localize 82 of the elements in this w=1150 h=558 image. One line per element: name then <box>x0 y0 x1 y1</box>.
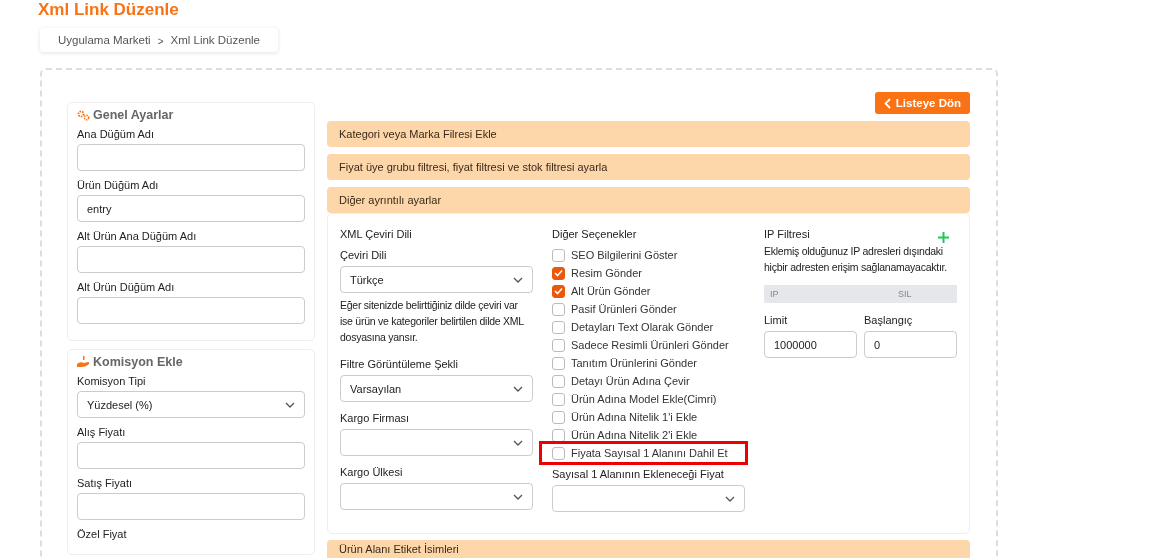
field-label: Komisyon Tipi <box>77 375 147 387</box>
accordion-header[interactable]: Fiyat üye grubu filtresi, fiyat filtresi ve stok filtresi ayarla <box>327 154 970 180</box>
field-label: Kargo Ülkesi <box>340 466 404 478</box>
column-header: SIL <box>898 289 912 299</box>
text-field[interactable] <box>77 246 305 273</box>
accordion-header[interactable]: Kategori veya Marka Filresi Ekle <box>327 121 970 147</box>
chevron-down-icon <box>513 493 523 500</box>
field-label: Sayısal 1 Alanının Ekleneceği Fiyat <box>552 468 725 480</box>
text-field[interactable] <box>77 442 305 469</box>
field-label: Başlangıç <box>864 314 914 326</box>
text-field[interactable] <box>77 493 305 520</box>
checkbox[interactable] <box>552 428 565 442</box>
accordion-header[interactable]: Diğer ayrıntılı ayarlar <box>327 187 970 213</box>
checkbox-label[interactable]: Tanıtım Ürünlerini Gönder <box>571 357 697 369</box>
card-title: Genel Ayarlar <box>93 108 174 122</box>
field-label: Alış Fiyatı <box>77 426 127 438</box>
add-icon[interactable] <box>938 231 949 243</box>
field-label: Çeviri Dili <box>340 249 388 261</box>
checkbox-label[interactable]: Detayları Text Olarak Gönder <box>571 321 714 333</box>
section-heading: Diğer Seçenekler <box>552 228 638 240</box>
checkbox-label[interactable]: Alt Ürün Gönder <box>571 285 651 297</box>
dropdown[interactable] <box>552 485 745 512</box>
checkbox[interactable] <box>552 374 565 388</box>
card-title: Komisyon Ekle <box>93 355 183 369</box>
page-title: Xml Link Düzenle <box>38 0 180 20</box>
checkmark-icon <box>554 287 563 295</box>
checkbox[interactable] <box>552 248 565 262</box>
text-field[interactable] <box>77 297 305 324</box>
chevron-down-icon <box>513 439 523 446</box>
text-field[interactable]: entry <box>77 195 305 222</box>
breadcrumb-link[interactable]: Uygulama Marketi <box>58 34 151 46</box>
text-field[interactable]: 1000000 <box>764 331 857 358</box>
field-label: Özel Fiyat <box>77 528 128 540</box>
field-label: Ana Düğüm Adı <box>77 128 156 140</box>
checkmark-icon <box>554 269 563 277</box>
dropdown[interactable]: Türkçe <box>340 266 533 293</box>
text-field[interactable] <box>77 144 305 171</box>
chevron-down-icon <box>725 495 735 502</box>
column-header: IP <box>770 289 780 299</box>
section-heading: XML Çeviri Dili <box>340 228 413 240</box>
checkbox[interactable] <box>552 338 565 352</box>
checkbox[interactable] <box>552 446 565 460</box>
checkbox-label[interactable]: Ürün Adına Model Ekle(Cimri) <box>571 393 717 405</box>
checkbox-label[interactable]: Detayı Ürün Adına Çevir <box>571 375 690 387</box>
field-label: Alt Ürün Ana Düğüm Adı <box>77 230 198 242</box>
checkbox-label[interactable]: Ürün Adına Nitelik 1'i Ekle <box>571 411 698 423</box>
checkbox-label[interactable]: Pasif Ürünleri Gönder <box>571 303 677 315</box>
dropdown[interactable]: Varsayılan <box>340 375 533 402</box>
field-label: Limit <box>764 314 789 326</box>
chevron-down-icon <box>285 401 295 408</box>
help-text: Eğer sitenizde belirttiğiniz dilde çeviri var ise ürün ve kategoriler belirtilen dilde XML dosyasına yansır. <box>340 298 525 345</box>
field-label: Filtre Görüntüleme Şekli <box>340 358 459 370</box>
chevron-down-icon <box>513 385 523 392</box>
checkbox-label[interactable]: Sadece Resimli Ürünleri Gönder <box>571 339 729 351</box>
gears-icon <box>77 109 90 121</box>
checkbox-label[interactable]: Fiyata Sayısal 1 Alanını Dahil Et <box>571 447 728 459</box>
breadcrumb-separator: > <box>157 35 164 47</box>
chevron-down-icon <box>513 276 523 283</box>
dropdown[interactable]: Yüzdesel (%) <box>77 391 305 418</box>
field-label: Kargo Firması <box>340 412 411 424</box>
field-label: Satış Fiyatı <box>77 477 134 489</box>
description-text: Eklemiş olduğunuz IP adresleri dışındaki hiçbir adresten erişim sağlanamayacaktır. <box>764 244 948 275</box>
breadcrumb-current: Xml Link Düzenle <box>170 34 260 46</box>
field-label: Alt Ürün Düğüm Adı <box>77 281 176 293</box>
checkbox[interactable] <box>552 410 565 424</box>
chevron-left-icon <box>883 97 891 109</box>
text-field[interactable]: 0 <box>864 331 957 358</box>
hand-coin-icon <box>77 356 90 368</box>
checkbox[interactable] <box>552 302 565 316</box>
checkbox-label[interactable]: Resim Gönder <box>571 267 642 279</box>
checkbox[interactable] <box>552 320 565 334</box>
dropdown[interactable] <box>340 483 533 510</box>
checkbox-label[interactable]: SEO Bilgilerini Göster <box>571 249 678 261</box>
section-heading: IP Filtresi <box>764 228 810 240</box>
accordion-header[interactable]: Ürün Alanı Etiket İsimleri <box>327 540 970 558</box>
checkbox-label[interactable]: Ürün Adına Nitelik 2'i Ekle <box>571 429 698 441</box>
checkbox[interactable] <box>552 356 565 370</box>
checkbox[interactable] <box>552 284 565 298</box>
dropdown[interactable] <box>340 429 533 456</box>
field-label: Ürün Düğüm Adı <box>77 179 160 191</box>
checkbox[interactable] <box>552 266 565 280</box>
checkbox[interactable] <box>552 392 565 406</box>
